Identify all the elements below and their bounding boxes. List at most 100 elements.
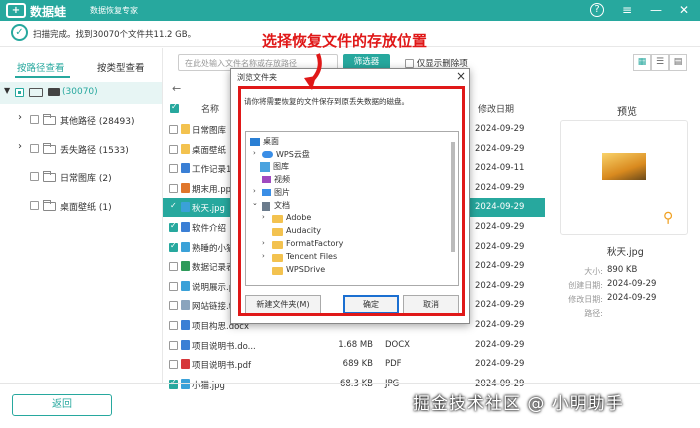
chevron-right-icon[interactable]: › — [18, 141, 22, 152]
help-icon[interactable]: ? — [590, 3, 604, 17]
dialog-message: 请你将需要恢复的文件保存到原丢失数据的磁盘。 — [244, 97, 409, 106]
folder-tree-item[interactable]: 视频 — [274, 174, 290, 185]
browse-folder-dialog: 浏览文件夹 × 请你将需要恢复的文件保存到原丢失数据的磁盘。 桌面 › WPS云… — [230, 68, 470, 324]
list-view-icon[interactable]: ☰ — [651, 54, 669, 71]
column-modified[interactable]: 修改日期 — [478, 102, 514, 115]
preview-key: 路径: — [584, 309, 603, 318]
active-tab-indicator — [15, 76, 70, 78]
folder-icon — [272, 267, 283, 275]
select-all-checkbox[interactable] — [170, 102, 179, 113]
grid-view-icon[interactable]: ▦ — [633, 54, 651, 71]
folder-tree-item[interactable]: 文档 — [274, 200, 290, 211]
chevron-right-icon[interactable]: › — [253, 187, 256, 195]
folder-tree-item[interactable]: WPSDrive — [286, 265, 325, 274]
close-icon[interactable]: ✕ — [676, 2, 692, 18]
file-name: 网站链接.t — [192, 302, 233, 313]
row-checkbox[interactable] — [169, 164, 178, 174]
file-date: 2024-09-29 — [475, 222, 525, 232]
file-date: 2024-09-29 — [475, 182, 525, 193]
folder-tree-item[interactable]: Adobe — [286, 213, 311, 222]
folder-tree-item[interactable]: Tencent Files — [286, 252, 337, 261]
tab-by-path[interactable]: 按路径查看 — [17, 60, 65, 74]
column-name[interactable]: 名称 — [201, 102, 219, 115]
row-checkbox[interactable] — [169, 360, 178, 370]
chevron-right-icon[interactable]: › — [262, 213, 265, 221]
back-button[interactable]: 返回 — [12, 394, 112, 416]
chevron-right-icon[interactable]: › — [18, 112, 22, 123]
table-row[interactable]: 项目说明书.do... 1.68 MB DOCX 2024-09-29 — [163, 336, 545, 355]
detail-view-icon[interactable]: ▤ — [669, 54, 687, 71]
close-icon[interactable]: × — [456, 69, 466, 83]
tree-root-checkbox[interactable] — [15, 88, 24, 97]
tree-item-checkbox[interactable] — [30, 201, 39, 210]
drive-icon — [29, 88, 43, 97]
dialog-title: 浏览文件夹 — [237, 73, 277, 82]
folder-tree-item[interactable]: 图片 — [274, 187, 290, 198]
folder-tree[interactable]: 桌面 › WPS云盘 图库 视频 › 图片 ⌄ 文档 › Adobe Audac… — [245, 131, 459, 286]
cancel-button[interactable]: 取消 — [403, 295, 459, 314]
row-checkbox[interactable] — [169, 144, 178, 154]
txt-icon — [181, 300, 190, 311]
folder-tree-item[interactable]: Audacity — [286, 226, 321, 235]
back-arrow-icon[interactable]: ← — [172, 82, 181, 95]
row-checkbox[interactable] — [169, 125, 178, 134]
file-name: 数据记录表 — [192, 263, 235, 274]
tree-root-count: (30070) — [62, 87, 98, 97]
row-checkbox[interactable] — [169, 301, 178, 311]
folder-icon — [43, 143, 56, 154]
view-tabs: 按路径查看 按类型查看 — [0, 56, 162, 78]
folder-tree-item[interactable]: 图库 — [273, 161, 289, 172]
row-checkbox[interactable] — [169, 201, 178, 213]
chevron-down-icon[interactable]: ▼ — [4, 86, 10, 95]
ok-button[interactable]: 确定 — [343, 295, 399, 314]
row-checkbox[interactable] — [169, 221, 178, 232]
row-checkbox[interactable] — [169, 281, 178, 291]
tree-item-desktop-wallpaper[interactable]: 桌面壁纸 (1) — [0, 196, 162, 216]
file-date: 2024-09-29 — [475, 359, 525, 370]
preview-value: 2024-09-29 — [607, 279, 657, 289]
row-checkbox[interactable] — [169, 262, 178, 272]
row-checkbox[interactable] — [169, 321, 178, 330]
menu-icon[interactable]: ≡ — [619, 2, 635, 18]
file-date: 2024-09-29 — [475, 143, 525, 154]
row-checkbox[interactable] — [169, 340, 178, 350]
app-name: 数据蛙 — [30, 5, 67, 19]
gallery-icon — [260, 162, 270, 172]
doc-icon — [181, 222, 190, 232]
folder-tree-item[interactable]: WPS云盘 — [276, 149, 310, 160]
folder-icon — [272, 254, 283, 262]
row-checkbox[interactable] — [169, 241, 178, 252]
chevron-right-icon[interactable]: › — [262, 239, 265, 247]
tab-by-type[interactable]: 按类型查看 — [97, 60, 145, 74]
file-size: 689 KB — [342, 359, 373, 370]
minimize-icon[interactable]: — — [648, 2, 664, 18]
file-type: PDF — [385, 359, 402, 370]
new-folder-button[interactable]: 新建文件夹(M) — [245, 295, 321, 314]
documents-icon — [262, 202, 270, 211]
tree-item-checkbox[interactable] — [30, 115, 39, 124]
watermark: 掘金技术社区 @ 小明助手 — [413, 394, 624, 414]
img-icon — [181, 280, 190, 291]
tree-item-checkbox[interactable] — [30, 144, 39, 153]
tree-item-checkbox[interactable] — [30, 172, 39, 181]
chevron-right-icon[interactable]: › — [253, 149, 256, 157]
tree-item-daily-gallery[interactable]: 日常图库 (2) — [0, 167, 162, 187]
file-name: 桌面壁纸 — [192, 145, 227, 156]
zoom-icon[interactable]: ⚲ — [663, 210, 673, 226]
tree-item-other-paths[interactable]: › 其他路径 (28493) — [0, 110, 162, 130]
folder-tree-item[interactable]: FormatFactory — [286, 239, 343, 248]
folder-tree-item[interactable]: 桌面 — [263, 136, 279, 147]
deleted-only-checkbox[interactable] — [405, 59, 414, 68]
folder-icon — [272, 228, 283, 236]
scrollbar[interactable] — [451, 142, 455, 252]
chevron-right-icon[interactable]: › — [262, 252, 265, 260]
file-name: 工作记录1 — [192, 165, 232, 176]
preview-value: 890 KB — [607, 265, 638, 275]
tree-item-lost-paths[interactable]: › 丢失路径 (1533) — [0, 139, 162, 159]
chevron-down-icon[interactable]: ⌄ — [252, 199, 258, 207]
file-name: 说明展示.p — [192, 282, 235, 293]
row-checkbox[interactable] — [169, 183, 178, 193]
cloud-icon — [262, 151, 273, 158]
table-row[interactable]: 项目说明书.pdf 689 KB PDF 2024-09-29 — [163, 355, 545, 374]
tree-root[interactable]: ▼ (30070) — [0, 82, 162, 104]
